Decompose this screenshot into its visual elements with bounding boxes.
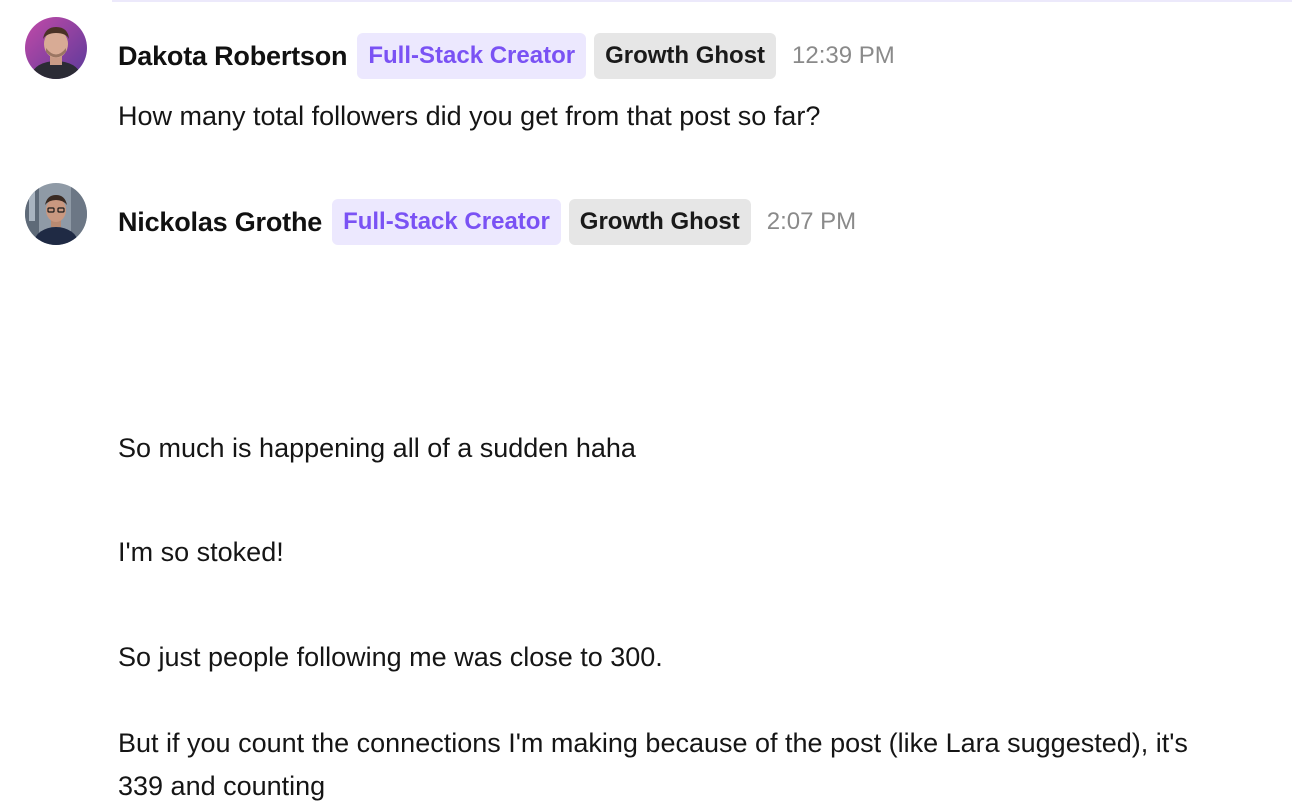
author-name[interactable]: Nickolas Grothe	[118, 207, 322, 238]
thread-divider	[112, 0, 1292, 2]
tier-badge: Growth Ghost	[568, 199, 751, 245]
avatar[interactable]	[25, 183, 87, 245]
message-paragraph: So much is happening all of a sudden hah…	[118, 433, 636, 463]
message-paragraph: But if you count the connections I'm mak…	[118, 728, 1188, 801]
author-name[interactable]: Dakota Robertson	[118, 41, 348, 72]
message-paragraph: How many total followers did you get fro…	[118, 101, 821, 131]
avatar-photo	[25, 17, 87, 79]
message-timestamp: 12:39 PM	[792, 42, 895, 69]
message-timestamp: 2:07 PM	[766, 208, 857, 235]
avatar[interactable]	[25, 17, 87, 79]
message-header: Dakota Robertson Full-Stack Creator Grow…	[118, 33, 895, 79]
avatar-photo	[25, 183, 87, 245]
message-body: How many total followers did you get fro…	[118, 95, 1218, 138]
role-badge: Full-Stack Creator	[357, 33, 587, 79]
message-paragraph: So just people following me was close to…	[118, 642, 663, 672]
message-paragraph: I'm so stoked!	[118, 537, 284, 567]
message-body: So much is happening all of a sudden hah…	[118, 427, 1218, 808]
message-header: Nickolas Grothe Full-Stack Creator Growt…	[118, 199, 856, 245]
role-badge: Full-Stack Creator	[332, 199, 561, 245]
tier-badge: Growth Ghost	[594, 33, 777, 79]
